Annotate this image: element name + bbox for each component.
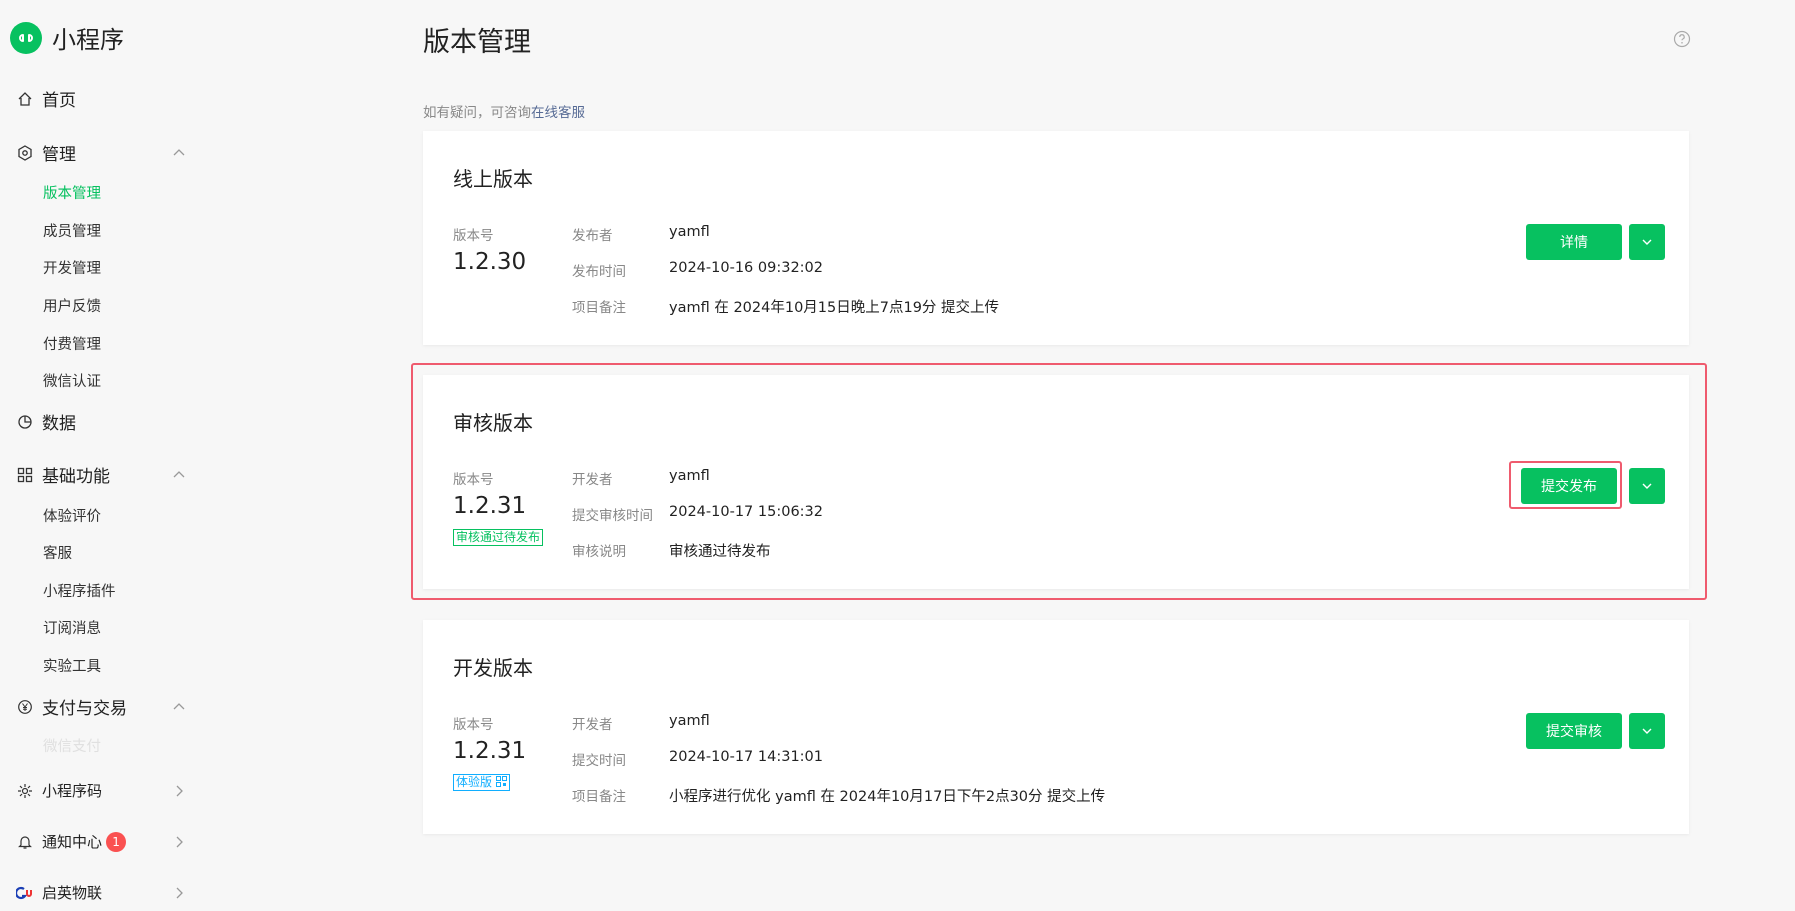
sidebar-item-plugins[interactable]: 小程序插件: [43, 580, 116, 601]
chevron-up-icon: [173, 470, 185, 477]
sun-burst-icon: [16, 782, 34, 800]
submit-review-time-value: 2024-10-17 15:06:32: [669, 504, 823, 520]
nav-basic-features-label: 基础功能: [42, 467, 110, 487]
sidebar-item-experience-review[interactable]: 体验评价: [43, 505, 101, 526]
nav-brand-label: 启英物联: [42, 884, 103, 902]
developer-value: yamfl: [669, 468, 710, 484]
online-service-link[interactable]: 在线客服: [531, 105, 585, 121]
sidebar-item-subscribe-msg[interactable]: 订阅消息: [43, 617, 101, 638]
remark-label: 项目备注: [572, 789, 626, 805]
nav-manage[interactable]: 管理: [16, 140, 186, 165]
chevron-down-icon: [1642, 483, 1652, 489]
more-dropdown-button[interactable]: [1629, 224, 1665, 260]
developer-label: 开发者: [572, 472, 613, 488]
mini-program-logo-icon: [10, 21, 42, 54]
review-version-card: 审核版本 版本号 1.2.31 审核通过待发布 开发者 yamfl 提交审核时间…: [423, 375, 1689, 589]
nav-basic-features[interactable]: 基础功能: [16, 462, 186, 487]
page-title: 版本管理: [423, 27, 531, 58]
trial-version-badge[interactable]: 体验版: [453, 774, 510, 791]
review-note-value: 审核通过待发布: [669, 544, 771, 560]
home-icon: [16, 90, 34, 108]
status-badge: 审核通过待发布: [453, 529, 544, 546]
more-dropdown-button[interactable]: [1629, 713, 1665, 749]
sidebar-item-paid-manage[interactable]: 付费管理: [43, 333, 101, 354]
chevron-right-icon: [176, 785, 183, 796]
publish-time-label: 发布时间: [572, 264, 626, 280]
nav-manage-label: 管理: [42, 145, 76, 165]
sidebar: 小程序 首页 管理 版本管理 成员管理 开发管理 用户反馈 付费管理 微信认证 …: [0, 0, 200, 911]
nav-brand[interactable]: 启英物联: [16, 882, 186, 903]
publisher-value: yamfl: [669, 224, 710, 240]
nav-payment[interactable]: 支付与交易: [16, 694, 186, 719]
app-name: 小程序: [52, 26, 124, 54]
version-number: 1.2.30: [453, 249, 527, 275]
publisher-label: 发布者: [572, 228, 613, 244]
nav-notify-center[interactable]: 通知中心 1: [16, 831, 186, 852]
grid-icon: [16, 466, 34, 484]
dev-version-card: 开发版本 版本号 1.2.31 体验版 开发者 yamfl 提交时间 2024-…: [423, 620, 1689, 834]
review-note-label: 审核说明: [572, 544, 626, 560]
sidebar-item-version-manage[interactable]: 版本管理: [43, 182, 101, 203]
nav-notify-label: 通知中心: [42, 833, 103, 851]
version-number: 1.2.31: [453, 738, 527, 764]
submit-time-label: 提交时间: [572, 753, 626, 769]
chevron-down-icon: [1642, 239, 1652, 245]
card-title: 线上版本: [453, 167, 533, 191]
pie-chart-icon: [16, 413, 34, 431]
nav-qrcode-label: 小程序码: [42, 782, 103, 800]
version-label: 版本号: [453, 472, 494, 488]
notification-badge: 1: [106, 831, 127, 852]
remark-label: 项目备注: [572, 300, 626, 316]
nav-home-label: 首页: [42, 91, 76, 111]
submit-publish-button[interactable]: 提交发布: [1521, 468, 1617, 504]
developer-label: 开发者: [572, 717, 613, 733]
sidebar-item-wechat-verify[interactable]: 微信认证: [43, 370, 101, 391]
app-logo[interactable]: 小程序: [10, 20, 124, 55]
details-button[interactable]: 详情: [1526, 224, 1622, 260]
more-dropdown-button[interactable]: [1629, 468, 1665, 504]
nav-data[interactable]: 数据: [16, 409, 186, 434]
chevron-right-icon: [176, 887, 183, 898]
yuan-circle-icon: [16, 698, 34, 716]
brand-logo-icon: [16, 884, 34, 902]
nav-home[interactable]: 首页: [16, 86, 186, 111]
bell-icon: [16, 833, 34, 851]
sidebar-item-customer-service[interactable]: 客服: [43, 542, 72, 563]
help-hint: 如有疑问，可咨询在线客服: [423, 101, 585, 121]
chevron-up-icon: [173, 702, 185, 709]
chevron-down-icon: [1642, 728, 1652, 734]
chevron-up-icon: [173, 148, 185, 155]
qrcode-icon: [495, 776, 507, 787]
sidebar-item-member-manage[interactable]: 成员管理: [43, 220, 101, 241]
card-title: 开发版本: [453, 656, 533, 680]
trial-version-label: 体验版: [456, 775, 493, 789]
help-icon[interactable]: [1673, 30, 1691, 48]
sidebar-item-user-feedback[interactable]: 用户反馈: [43, 295, 101, 316]
nav-data-label: 数据: [42, 414, 76, 434]
submit-time-value: 2024-10-17 14:31:01: [669, 749, 823, 765]
online-version-card: 线上版本 版本号 1.2.30 发布者 yamfl 发布时间 2024-10-1…: [423, 131, 1689, 345]
version-label: 版本号: [453, 717, 494, 733]
sidebar-item-lab-tools[interactable]: 实验工具: [43, 655, 101, 676]
chevron-right-icon: [176, 836, 183, 847]
version-label: 版本号: [453, 228, 494, 244]
publish-time-value: 2024-10-16 09:32:02: [669, 260, 823, 276]
remark-value: yamfl 在 2024年10月15日晚上7点19分 提交上传: [669, 300, 1000, 316]
submit-review-button[interactable]: 提交审核: [1526, 713, 1622, 749]
settings-hexagon-icon: [16, 144, 34, 162]
sidebar-item-dev-manage[interactable]: 开发管理: [43, 257, 101, 278]
nav-payment-label: 支付与交易: [42, 699, 127, 719]
hint-text: 如有疑问，可咨询: [423, 105, 531, 121]
sidebar-item-wechat-pay[interactable]: 微信支付: [43, 735, 101, 756]
remark-value: 小程序进行优化 yamfl 在 2024年10月17日下午2点30分 提交上传: [669, 789, 1106, 805]
card-title: 审核版本: [453, 411, 533, 435]
submit-review-time-label: 提交审核时间: [572, 508, 653, 524]
nav-qrcode[interactable]: 小程序码: [16, 780, 186, 801]
developer-value: yamfl: [669, 713, 710, 729]
version-number: 1.2.31: [453, 493, 527, 519]
